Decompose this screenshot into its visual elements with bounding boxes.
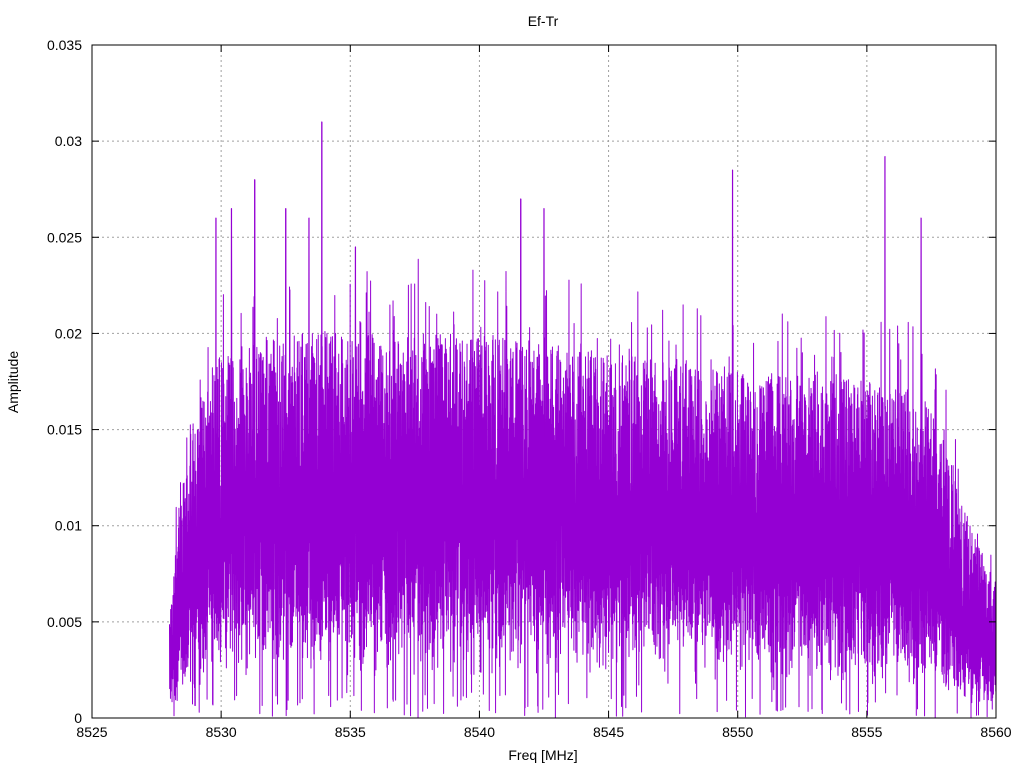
y-tick-label: 0 [74, 710, 82, 726]
y-tick-label: 0.025 [47, 229, 82, 245]
chart: 8525 8530 8535 8540 8545 8550 8555 8560 0 0.005 0.… [0, 0, 1024, 768]
x-tick-label: 8545 [593, 724, 624, 740]
y-tick-label: 0.02 [55, 325, 82, 341]
y-tick-label: 0.005 [47, 614, 82, 630]
x-tick-label: 8560 [980, 724, 1011, 740]
chart-title: Ef-Tr [528, 13, 559, 29]
y-axis-title: Amplitude [5, 351, 21, 413]
x-tick-label: 8535 [335, 724, 366, 740]
x-axis-title: Freq [MHz] [508, 747, 577, 763]
x-tick-label: 8525 [76, 724, 107, 740]
x-tick-label: 8530 [206, 724, 237, 740]
y-tick-label: 0.015 [47, 422, 82, 438]
y-tick-label: 0.01 [55, 518, 82, 534]
x-tick-label: 8555 [851, 724, 882, 740]
x-tick-label: 8540 [464, 724, 495, 740]
y-tick-label: 0.03 [55, 133, 82, 149]
x-tick-label: 8550 [722, 724, 753, 740]
y-tick-label: 0.035 [47, 37, 82, 53]
